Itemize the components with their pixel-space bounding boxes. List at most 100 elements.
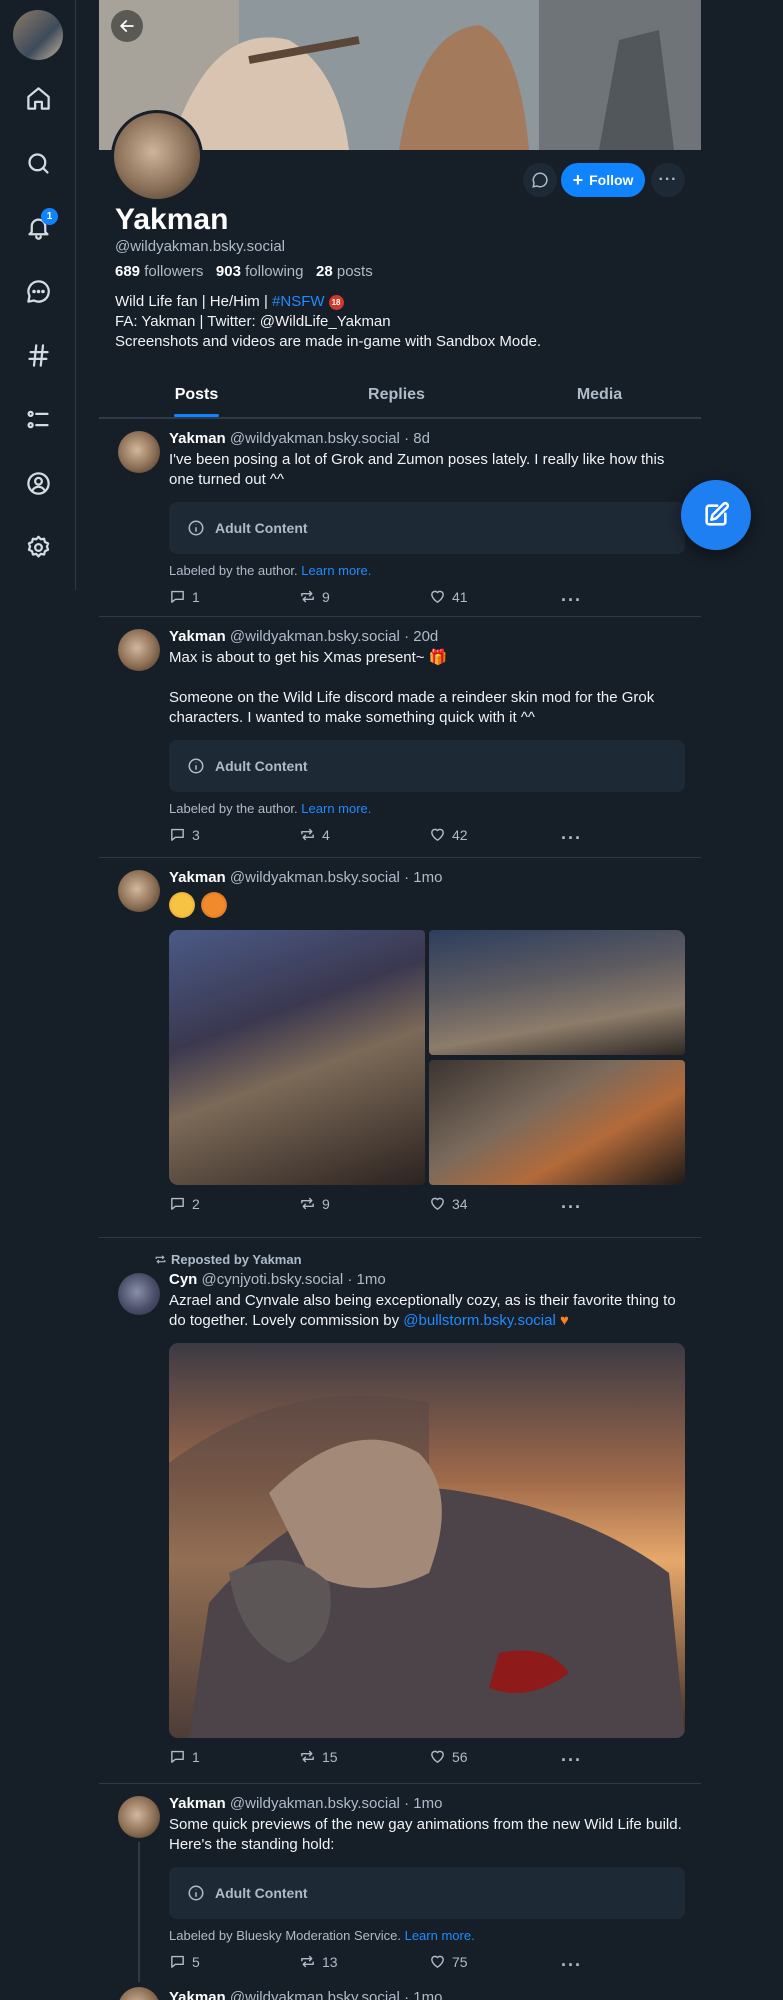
gallery-image-1[interactable]	[169, 930, 425, 1185]
gallery-image-3[interactable]	[429, 1060, 685, 1185]
reposted-by-label[interactable]: Reposted by Yakman	[154, 1252, 302, 1267]
reply-button[interactable]: 3	[169, 826, 200, 843]
feed-post[interactable]: Yakman @wildyakman.bsky.social · 1mo 2 9…	[99, 857, 701, 1237]
learn-more-link[interactable]: Learn more.	[301, 801, 371, 816]
post-more-icon[interactable]: ···	[561, 1197, 582, 1218]
post-controls: 5 13 75 ···	[169, 1953, 685, 1975]
reply-icon	[171, 1955, 184, 1968]
followers-stat[interactable]: 689 followers	[115, 263, 203, 280]
heart-icon	[431, 1750, 444, 1763]
repost-icon	[155, 1255, 166, 1264]
like-button[interactable]: 42	[429, 826, 468, 843]
profile-avatar[interactable]	[111, 110, 203, 202]
repost-button[interactable]: 9	[299, 588, 330, 605]
post-image[interactable]	[169, 1343, 685, 1738]
reply-icon	[171, 590, 184, 603]
post-header: Cyn @cynjyoti.bsky.social · 1mo	[169, 1271, 386, 1288]
heart-icon	[431, 1197, 444, 1210]
gallery-image-2[interactable]	[429, 930, 685, 1055]
post-avatar[interactable]	[118, 431, 160, 473]
plus-icon: +	[572, 170, 584, 190]
like-button[interactable]: 34	[429, 1195, 468, 1212]
home-icon[interactable]	[16, 76, 60, 120]
post-header: Yakman @wildyakman.bsky.social · 20d	[169, 628, 439, 645]
moderation-label: Labeled by Bluesky Moderation Service. L…	[169, 1928, 475, 1943]
like-button[interactable]: 56	[429, 1748, 468, 1765]
reply-button[interactable]: 1	[169, 1748, 200, 1765]
heart-icon	[431, 590, 444, 603]
ellipsis-icon: ···	[658, 171, 678, 188]
reply-button[interactable]: 5	[169, 1953, 200, 1970]
search-icon[interactable]	[16, 141, 60, 185]
post-avatar[interactable]	[118, 1796, 160, 1838]
lists-icon[interactable]	[16, 397, 60, 441]
post-more-icon[interactable]: ···	[561, 590, 582, 611]
embedded-artwork	[169, 1343, 685, 1738]
feed-post[interactable]: Yakman @wildyakman.bsky.social · 1mo Som…	[99, 1783, 701, 1983]
mention-link[interactable]: @bullstorm.bsky.social	[403, 1312, 556, 1329]
like-button[interactable]: 41	[429, 588, 468, 605]
feed-post[interactable]: Yakman @wildyakman.bsky.social · 8d I've…	[99, 418, 701, 616]
active-tab-indicator	[174, 414, 219, 417]
thread-connector	[138, 1842, 140, 1982]
repost-icon	[301, 590, 314, 603]
follow-label: Follow	[589, 172, 634, 188]
reply-button[interactable]: 2	[169, 1195, 200, 1212]
tab-posts[interactable]: Posts	[119, 372, 274, 418]
repost-icon	[301, 828, 314, 841]
profile-icon[interactable]	[16, 461, 60, 505]
nsfw-hashtag-link[interactable]: #NSFW	[272, 293, 325, 310]
tab-replies[interactable]: Replies	[319, 372, 474, 418]
post-header: Yakman @wildyakman.bsky.social · 1mo	[169, 1989, 443, 2000]
post-controls: 1 15 56 ···	[169, 1748, 685, 1770]
settings-gear-icon[interactable]	[16, 525, 60, 569]
repost-button[interactable]: 15	[299, 1748, 338, 1765]
repost-button[interactable]: 13	[299, 1953, 338, 1970]
compose-post-button[interactable]	[681, 480, 751, 550]
repost-button[interactable]: 4	[299, 826, 330, 843]
post-avatar[interactable]	[118, 870, 160, 912]
chat-icon[interactable]	[16, 269, 60, 313]
notifications-icon[interactable]: 1	[16, 205, 60, 249]
post-more-icon[interactable]: ···	[561, 1955, 582, 1976]
adult-content-warning[interactable]: Adult Content	[169, 1867, 685, 1919]
repost-button[interactable]: 9	[299, 1195, 330, 1212]
more-options-button[interactable]: ···	[651, 163, 685, 197]
back-arrow-icon[interactable]	[111, 10, 143, 42]
post-more-icon[interactable]: ···	[561, 828, 582, 849]
message-button[interactable]	[523, 163, 557, 197]
feed-post[interactable]: Yakman @wildyakman.bsky.social · 1mo	[99, 1983, 701, 2000]
adult-content-warning[interactable]: Adult Content	[169, 502, 685, 554]
display-name: Yakman	[115, 203, 229, 236]
learn-more-link[interactable]: Learn more.	[405, 1928, 475, 1943]
feed-post[interactable]: Reposted by Yakman Cyn @cynjyoti.bsky.so…	[99, 1237, 701, 1783]
tab-media[interactable]: Media	[522, 372, 677, 418]
reply-icon	[171, 1197, 184, 1210]
post-text: Azrael and Cynvale also being exceptiona…	[169, 1292, 676, 1329]
following-stat[interactable]: 903 following	[216, 263, 304, 280]
user-avatar[interactable]	[13, 10, 63, 60]
adult-content-warning[interactable]: Adult Content	[169, 740, 685, 792]
fox-emoji-icon	[201, 892, 227, 918]
nsfw-18-badge: 18	[328, 295, 344, 310]
post-avatar[interactable]	[118, 1273, 160, 1315]
image-gallery	[169, 930, 685, 1185]
post-avatar[interactable]	[118, 1987, 160, 2000]
compose-pencil-icon	[705, 501, 730, 526]
post-text: I've been posing a lot of Grok and Zumon…	[169, 451, 665, 488]
bio-line-2: FA: Yakman | Twitter: @WildLife_Yakman	[115, 313, 391, 330]
post-more-icon[interactable]: ···	[561, 1750, 582, 1771]
profile-tabs: Posts Replies Media	[99, 372, 701, 418]
info-icon	[188, 758, 204, 774]
post-avatar[interactable]	[118, 629, 160, 671]
like-button[interactable]: 75	[429, 1953, 468, 1970]
learn-more-link[interactable]: Learn more.	[301, 563, 371, 578]
profile-stats: 689 followers 903 following 28 posts	[115, 263, 373, 280]
feeds-hash-icon[interactable]	[16, 333, 60, 377]
profile-handle: @wildyakman.bsky.social	[115, 238, 286, 255]
heart-icon	[431, 828, 444, 841]
feed-post[interactable]: Yakman @wildyakman.bsky.social · 20d Max…	[99, 616, 701, 857]
moderation-label: Labeled by the author. Learn more.	[169, 801, 372, 816]
reply-button[interactable]: 1	[169, 588, 200, 605]
follow-button[interactable]: + Follow	[561, 163, 645, 197]
